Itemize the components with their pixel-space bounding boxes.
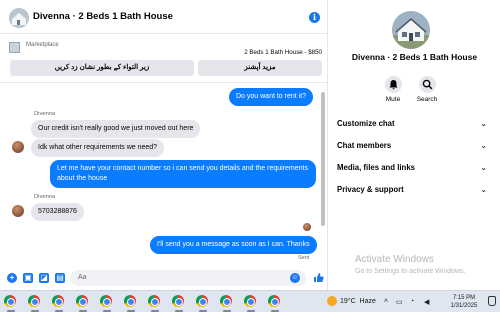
message-bubble-incoming[interactable]: Our credit isn't really good we just mov… (31, 120, 201, 138)
marketplace-banner: Marketplace 2 Beds 1 Bath House - $850 ز… (0, 35, 328, 83)
taskbar-app[interactable] (268, 295, 282, 312)
chat-avatar[interactable] (9, 8, 29, 28)
chrome-icon (268, 295, 280, 307)
chrome-icon (172, 295, 184, 307)
weather-widget[interactable]: 19°C Haze (340, 298, 376, 305)
chrome-icon (220, 295, 232, 307)
sender-avatar[interactable] (12, 141, 24, 153)
search-label: Search (416, 96, 438, 103)
chevron-up-icon[interactable]: ˄ (384, 298, 388, 305)
message-bubble-outgoing[interactable]: Do you want to rent it? (229, 88, 314, 106)
sender-name: Divenna (34, 194, 56, 200)
taskbar-app[interactable] (244, 295, 258, 312)
plus-icon[interactable]: + (7, 273, 17, 283)
chrome-icon (4, 295, 16, 307)
taskbar-app[interactable] (28, 295, 42, 312)
time: 7:15 PM (452, 295, 476, 301)
chrome-icon (124, 295, 136, 307)
chrome-icon (100, 295, 112, 307)
chrome-icon (52, 295, 64, 307)
weather-condition: Haze (359, 298, 376, 305)
message-bubble-outgoing[interactable]: I'll send you a message as soon as I can… (150, 236, 317, 254)
message-bubble-outgoing[interactable]: Let me have your contact number so i can… (50, 160, 316, 188)
chrome-icon (148, 295, 160, 307)
conversation-info-pane: Divenna · 2 Beds 1 Bath House Mute Searc… (329, 0, 500, 290)
composer: + ▣ ◪ ▤ Aa ☺ (0, 266, 328, 290)
sender-name: Divenna (34, 111, 56, 117)
search-button[interactable]: Search (407, 76, 447, 103)
thumbs-up-icon[interactable] (313, 272, 324, 283)
taskbar-app[interactable] (52, 295, 66, 312)
taskbar-app[interactable] (220, 295, 234, 312)
windows-taskbar: 19°C Haze ˄ ▭ ◔ ◀ 7:15 PM 1/31/2025 (0, 290, 500, 312)
contact-name: Divenna · 2 Beds 1 Bath House (351, 52, 478, 62)
info-icon[interactable]: i (309, 12, 320, 23)
network-icon[interactable]: ◔ (410, 298, 414, 305)
section-customize-chat[interactable]: Customize chat ⌄ (337, 119, 487, 133)
marketplace-label: Marketplace (26, 42, 59, 48)
bell-icon (384, 76, 402, 93)
contact-avatar[interactable] (392, 11, 430, 49)
tray-icon[interactable]: ▭ (396, 298, 403, 306)
activate-windows-subtitle: Go to Settings to activate Windows. (355, 268, 466, 275)
section-label: Media, files and links (337, 163, 415, 172)
taskbar-app[interactable] (148, 295, 162, 312)
chrome-icon (196, 295, 208, 307)
message-input-placeholder: Aa (78, 274, 87, 281)
notification-icon[interactable] (488, 296, 496, 306)
photo-icon[interactable]: ▣ (23, 273, 33, 283)
section-label: Privacy & support (337, 185, 404, 194)
chat-scrollbar[interactable] (321, 92, 325, 226)
section-chat-members[interactable]: Chat members ⌄ (337, 141, 487, 155)
chat-pane: Divenna · 2 Beds 1 Bath House i Marketpl… (0, 0, 328, 290)
taskbar-app[interactable] (196, 295, 210, 312)
listing-thumbnail[interactable] (9, 42, 20, 53)
taskbar-app[interactable] (76, 295, 90, 312)
message-status: Sent (298, 255, 310, 261)
seen-avatar (303, 223, 311, 231)
emoji-icon[interactable]: ☺ (290, 273, 300, 283)
taskbar-app[interactable] (172, 295, 186, 312)
message-list[interactable]: Do you want to rent it? Divenna Our cred… (0, 84, 328, 265)
chat-title[interactable]: Divenna · 2 Beds 1 Bath House (33, 11, 173, 22)
section-privacy-support[interactable]: Privacy & support ⌄ (337, 185, 487, 199)
mark-pending-button[interactable]: زیر التواء کے بطور نشان زد کریں (10, 60, 194, 76)
messenger-window: Divenna · 2 Beds 1 Bath House i Marketpl… (0, 0, 500, 290)
more-options-button[interactable]: مزید آپشنز (198, 60, 322, 76)
listing-title[interactable]: 2 Beds 1 Bath House - $850 (244, 49, 322, 56)
chrome-icon (244, 295, 256, 307)
chevron-down-icon: ⌄ (480, 141, 487, 150)
weather-icon[interactable] (327, 296, 337, 306)
chevron-down-icon: ⌄ (480, 185, 487, 194)
sticker-icon[interactable]: ◪ (39, 273, 49, 283)
section-label: Customize chat (337, 119, 395, 128)
activate-windows-title: Activate Windows (355, 254, 434, 265)
section-label: Chat members (337, 141, 392, 150)
gif-icon[interactable]: ▤ (55, 273, 65, 283)
volume-icon[interactable]: ◀ (424, 298, 429, 306)
message-bubble-incoming[interactable]: 5703288876 (31, 203, 84, 221)
chat-header: Divenna · 2 Beds 1 Bath House i (0, 0, 328, 34)
chrome-icon (28, 295, 40, 307)
temperature: 19°C (340, 298, 356, 305)
chevron-down-icon: ⌄ (480, 163, 487, 172)
taskbar-app[interactable] (4, 295, 18, 312)
section-media-files-links[interactable]: Media, files and links ⌄ (337, 163, 487, 177)
taskbar-app[interactable] (124, 295, 138, 312)
search-icon (418, 76, 436, 93)
taskbar-app[interactable] (100, 295, 114, 312)
sender-avatar[interactable] (12, 205, 24, 217)
chrome-icon (76, 295, 88, 307)
message-bubble-incoming[interactable]: Idk what other requirements we need? (31, 139, 165, 157)
message-input[interactable]: Aa ☺ (70, 270, 306, 286)
clock[interactable]: 7:15 PM 1/31/2025 (446, 294, 482, 310)
chevron-down-icon: ⌄ (480, 119, 487, 128)
date: 1/31/2025 (450, 303, 478, 309)
